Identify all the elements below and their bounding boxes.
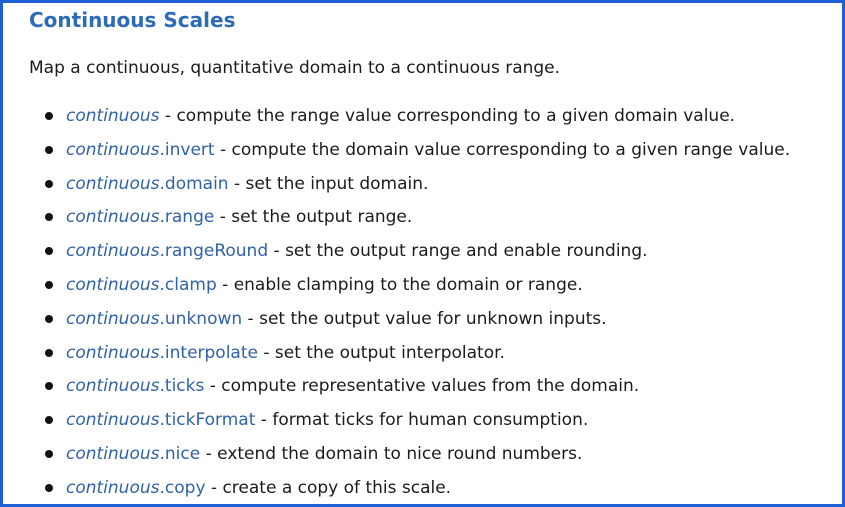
method-link-nice[interactable]: continuous.nice [66, 444, 200, 464]
method-description: - compute representative values from the… [204, 376, 640, 397]
link-method: .ticks [159, 376, 205, 397]
method-description: - set the output interpolator. [257, 342, 505, 363]
link-namespace: continuous [66, 241, 160, 262]
list-item: continuous - compute the range value cor… [3, 101, 790, 135]
bullet-icon [45, 145, 53, 154]
link-method: .nice [159, 443, 201, 464]
link-method: .tickFormat [159, 410, 256, 431]
link-method: .domain [159, 173, 229, 194]
method-link-ticks[interactable]: continuous.ticks [66, 376, 204, 396]
section-intro: Map a continuous, quantitative domain to… [29, 58, 561, 78]
method-description: - compute the range value corresponding … [159, 106, 736, 126]
link-method: .interpolate [159, 342, 258, 363]
section-title: Continuous Scales [29, 8, 236, 32]
method-link-tick-format[interactable]: continuous.tickFormat [66, 410, 255, 430]
link-namespace: continuous [66, 207, 160, 228]
bullet-icon [45, 280, 53, 289]
link-namespace: continuous [66, 308, 160, 329]
link-namespace: continuous [66, 106, 160, 126]
bullet-icon [45, 314, 53, 323]
link-namespace: continuous [66, 173, 160, 194]
list-item: continuous.domain - set the input domain… [3, 169, 790, 203]
method-description: - set the output range. [214, 207, 413, 228]
list-item: continuous.interpolate - set the output … [3, 338, 790, 372]
list-item: continuous.range - set the output range. [3, 202, 790, 236]
link-namespace: continuous [66, 443, 160, 464]
content-frame: Continuous Scales Map a continuous, quan… [0, 0, 845, 507]
method-description: - set the output range and enable roundi… [268, 241, 648, 262]
bullet-icon [45, 416, 53, 425]
method-description: - enable clamping to the domain or range… [216, 274, 583, 295]
method-link-continuous[interactable]: continuous [66, 106, 160, 126]
bullet-icon [45, 382, 53, 391]
list-item: continuous.copy - create a copy of this … [3, 473, 790, 504]
list-item: continuous.invert - compute the domain v… [3, 135, 790, 169]
method-link-copy[interactable]: continuous.copy [66, 478, 206, 498]
bullet-icon [45, 112, 53, 120]
link-namespace: continuous [66, 376, 160, 397]
method-link-unknown[interactable]: continuous.unknown [66, 309, 242, 329]
link-method: .unknown [159, 308, 243, 329]
list-item: continuous.nice - extend the domain to n… [3, 439, 790, 473]
link-method: .rangeRound [159, 241, 269, 262]
list-item: continuous.unknown - set the output valu… [3, 304, 790, 338]
method-link-range[interactable]: continuous.range [66, 207, 214, 227]
bullet-icon [45, 213, 53, 222]
link-method: .range [159, 207, 215, 228]
link-method: .copy [159, 477, 206, 498]
link-method: .clamp [159, 274, 217, 295]
bullet-icon [45, 348, 53, 357]
link-namespace: continuous [66, 139, 160, 160]
method-link-invert[interactable]: continuous.invert [66, 140, 215, 160]
method-link-clamp[interactable]: continuous.clamp [66, 275, 217, 295]
method-description: - compute the domain value corresponding… [214, 139, 791, 160]
link-namespace: continuous [66, 342, 160, 363]
link-namespace: continuous [66, 274, 160, 295]
link-method: .invert [159, 139, 215, 160]
method-description: - extend the domain to nice round number… [200, 443, 583, 464]
list-item: continuous.rangeRound - set the output r… [3, 236, 790, 270]
bullet-icon [45, 483, 53, 492]
method-description: - set the output value for unknown input… [242, 308, 607, 329]
method-link-interpolate[interactable]: continuous.interpolate [66, 343, 258, 363]
bullet-icon [45, 179, 53, 188]
link-namespace: continuous [66, 410, 160, 431]
method-link-range-round[interactable]: continuous.rangeRound [66, 241, 268, 261]
list-item: continuous.tickFormat - format ticks for… [3, 405, 790, 439]
link-namespace: continuous [66, 477, 160, 498]
method-description: - format ticks for human consumption. [255, 410, 589, 431]
method-list: continuous - compute the range value cor… [3, 101, 790, 504]
method-description: - create a copy of this scale. [205, 477, 452, 498]
method-link-domain[interactable]: continuous.domain [66, 174, 229, 194]
list-item: continuous.ticks - compute representativ… [3, 371, 790, 405]
bullet-icon [45, 449, 53, 458]
method-description: - set the input domain. [228, 173, 429, 194]
bullet-icon [45, 247, 53, 256]
list-item: continuous.clamp - enable clamping to th… [3, 270, 790, 304]
